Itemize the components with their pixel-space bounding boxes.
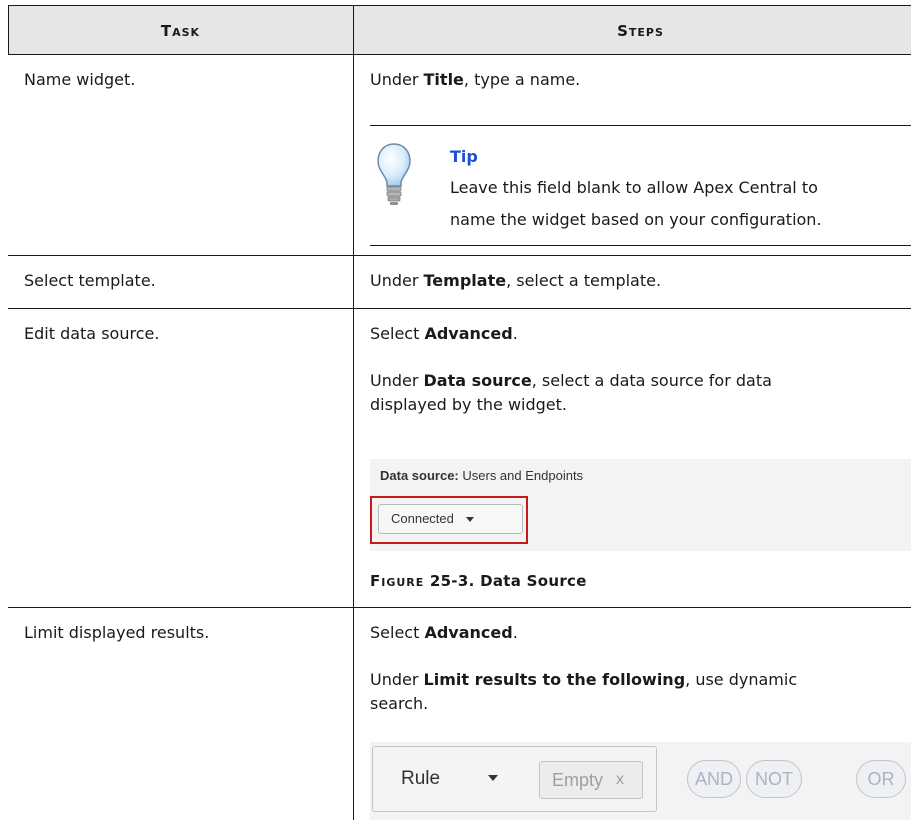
step-select-advanced-2: Select Advanced.	[370, 623, 518, 642]
task-select-template: Select template.	[24, 271, 156, 290]
empty-label: Empty	[552, 770, 604, 790]
left-border	[8, 5, 9, 54]
row-divider-3	[8, 607, 911, 608]
header-steps: Steps	[617, 22, 664, 40]
caret-down-icon	[465, 517, 474, 523]
tip-top-border	[370, 125, 911, 126]
step-name-widget: Under Title, type a name.	[370, 70, 581, 89]
connected-highlight: Connected	[370, 496, 528, 544]
header-bottom-border	[8, 54, 911, 55]
step-limit-results: Under Limit results to the following, us…	[370, 670, 798, 713]
step-select-template: Under Template, select a template.	[370, 271, 662, 290]
table-top-border	[8, 5, 911, 6]
connected-dropdown[interactable]: Connected	[378, 504, 523, 534]
rule-label: Rule	[401, 768, 441, 789]
header-task: Task	[160, 22, 201, 40]
step-select-advanced-1: Select Advanced.	[370, 324, 518, 343]
tip-bottom-border	[370, 245, 911, 246]
remove-icon[interactable]: x	[616, 771, 624, 789]
task-name-widget: Name widget.	[24, 70, 136, 89]
data-source-label: Data source: Users and Endpoints	[380, 468, 584, 483]
tip-text: Leave this field blank to allow Apex Cen…	[450, 178, 822, 229]
row-divider-2	[8, 308, 911, 309]
caret-down-icon	[488, 775, 498, 781]
data-source-figure: Data source: Users and Endpoints Connect…	[370, 459, 911, 551]
task-limit-results: Limit displayed results.	[24, 623, 210, 642]
connected-label: Connected	[391, 511, 454, 526]
rule-dropdown[interactable]: Rule Empty x	[372, 746, 657, 812]
or-button[interactable]: OR	[856, 760, 906, 798]
and-button[interactable]: AND	[687, 760, 741, 798]
not-button[interactable]: NOT	[746, 760, 802, 798]
lightbulb-icon	[377, 143, 411, 205]
figure-caption: Figure 25-3. Data Source	[370, 572, 587, 590]
step-data-source: Under Data source, select a data source …	[370, 371, 772, 414]
tip-label: Tip	[450, 147, 478, 166]
row-divider-1	[8, 255, 911, 256]
empty-chip[interactable]: Empty x	[539, 761, 643, 799]
table-header: Task Steps	[8, 5, 911, 54]
task-edit-data-source: Edit data source.	[24, 324, 160, 343]
dynamic-search-figure: Rule Empty x AND NOT OR	[370, 742, 911, 820]
column-divider	[353, 5, 354, 820]
